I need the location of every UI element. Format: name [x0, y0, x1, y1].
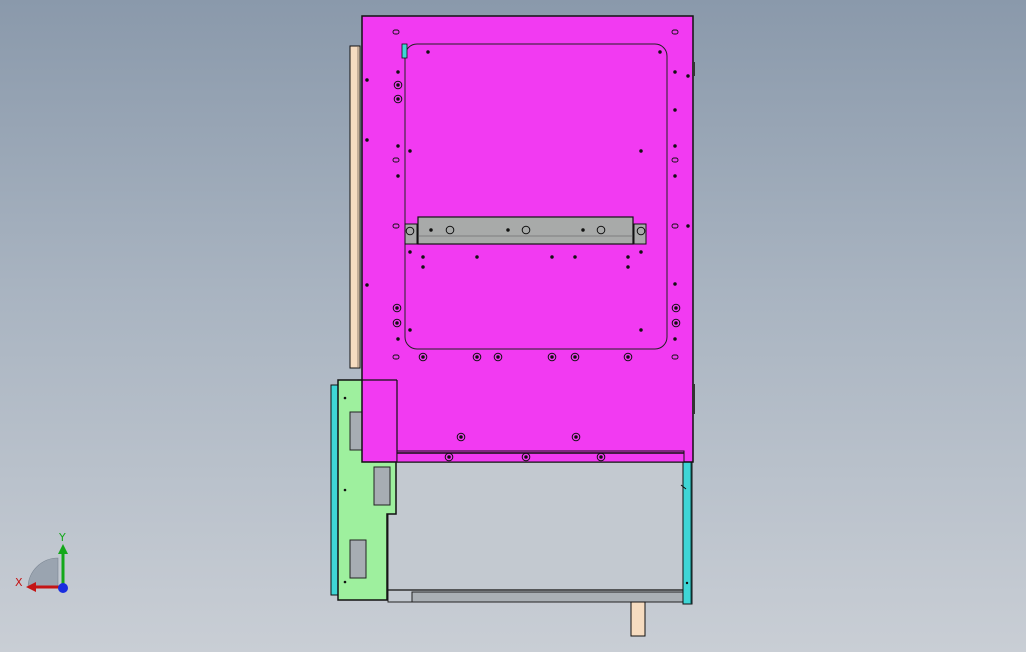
mounting-hole — [550, 355, 554, 359]
mounting-hole — [365, 283, 369, 287]
triad-y-label: Y — [59, 531, 66, 544]
triad-z-axis — [58, 583, 68, 593]
mounting-hole — [626, 355, 630, 359]
mounting-hole — [639, 149, 643, 153]
mounting-hole — [365, 138, 369, 142]
cad-graphics-viewport[interactable]: Y X — [0, 0, 1026, 652]
mounting-hole — [674, 321, 678, 325]
mounting-hole — [550, 255, 554, 259]
mounting-hole — [421, 255, 425, 259]
mounting-hole — [408, 149, 412, 153]
mounting-hole — [396, 83, 400, 87]
mounting-hole — [524, 455, 528, 459]
mounting-hole — [365, 78, 369, 82]
mounting-hole — [395, 306, 399, 310]
bottom-rail — [411, 591, 687, 603]
mounting-hole — [396, 174, 400, 178]
mounting-hole — [673, 70, 677, 74]
mounting-hole — [626, 255, 630, 259]
mounting-hole — [475, 355, 479, 359]
mounting-hole — [396, 144, 400, 148]
cad-model-view[interactable] — [0, 0, 1026, 652]
mounting-hole — [396, 337, 400, 341]
coordinate-triad — [26, 544, 68, 593]
mounting-hole — [574, 435, 578, 439]
mounting-hole — [396, 70, 400, 74]
mounting-hole — [673, 144, 677, 148]
mounting-hole — [429, 228, 433, 232]
mounting-hole — [573, 355, 577, 359]
lower-frame — [387, 461, 687, 603]
left-rail — [330, 384, 339, 596]
mounting-hole — [475, 255, 479, 259]
bracket-slot-2 — [373, 466, 391, 506]
mounting-hole — [639, 250, 643, 254]
mounting-hole — [673, 174, 677, 178]
mounting-hole — [421, 355, 425, 359]
bottom-wood-post — [630, 601, 646, 637]
mounting-hole — [673, 337, 677, 341]
mounting-hole — [599, 455, 603, 459]
mounting-hole — [395, 321, 399, 325]
mounting-hole — [673, 108, 677, 112]
mounting-hole — [674, 306, 678, 310]
mounting-hole — [506, 228, 510, 232]
mounting-hole — [408, 250, 412, 254]
mounting-hole — [421, 265, 425, 269]
mounting-hole — [408, 328, 412, 332]
mounting-hole — [626, 265, 630, 269]
mounting-hole — [447, 455, 451, 459]
bracket-slot-3 — [349, 539, 367, 579]
mounting-hole — [673, 282, 677, 286]
mounting-hole — [658, 50, 662, 54]
mounting-hole — [686, 74, 690, 78]
left-wood-strip — [349, 45, 361, 369]
mounting-hole — [426, 50, 430, 54]
mounting-bar — [417, 216, 634, 245]
mounting-hole — [581, 228, 585, 232]
triad-x-label: X — [15, 576, 23, 589]
mounting-hole — [396, 97, 400, 101]
mounting-hole — [639, 328, 643, 332]
mounting-hole — [686, 224, 690, 228]
mounting-hole — [496, 355, 500, 359]
mounting-hole — [573, 255, 577, 259]
mounting-hole — [459, 435, 463, 439]
panel-tab — [401, 43, 408, 59]
